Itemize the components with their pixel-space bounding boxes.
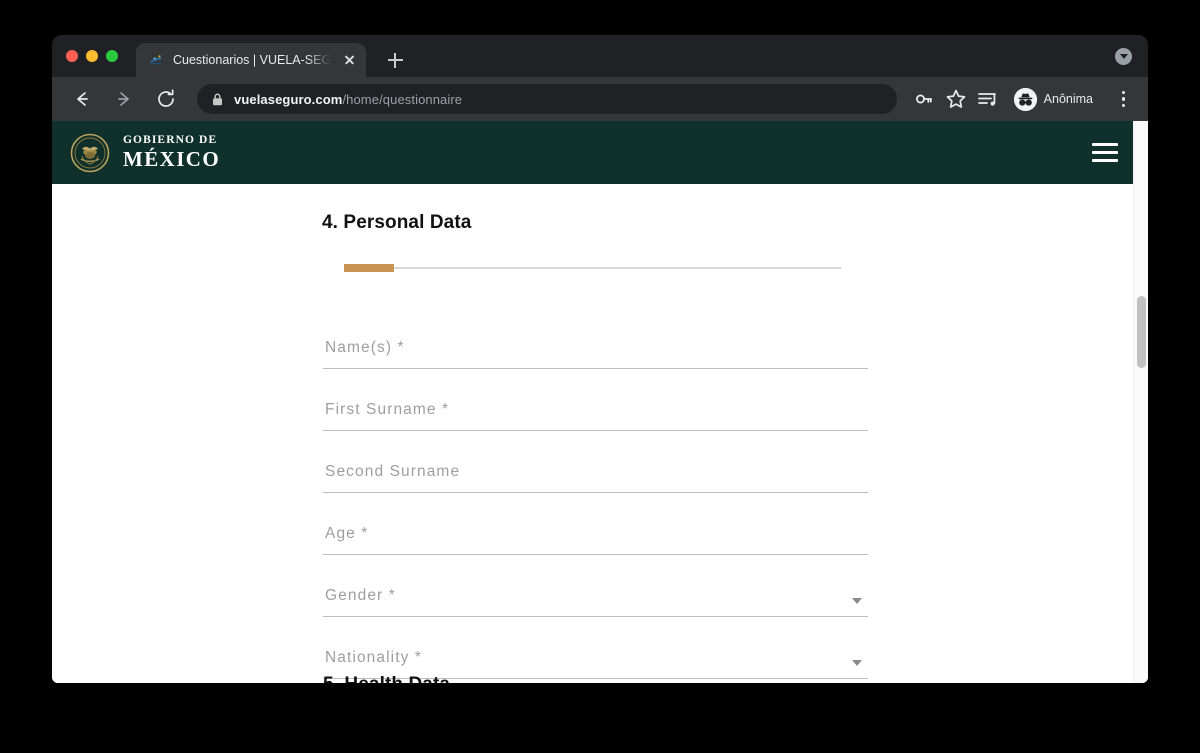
vuela-seguro-favicon <box>148 52 164 68</box>
browser-window: Cuestionarios | VUELA-SEGUR <box>52 35 1148 683</box>
close-window-button[interactable] <box>66 50 78 62</box>
mexico-coat-of-arms-seal <box>70 133 110 173</box>
field-gender[interactable]: Gender * <box>323 555 868 617</box>
site-brand[interactable]: GOBIERNO DE MÉXICO <box>70 133 220 173</box>
maximize-window-button[interactable] <box>106 50 118 62</box>
page-scrollbar-thumb[interactable] <box>1137 296 1146 368</box>
page-scrollbar[interactable] <box>1133 121 1148 683</box>
address-bar[interactable]: vuelaseguro.com/home/questionnaire <box>197 84 897 114</box>
profile-label: Anônima <box>1043 92 1093 106</box>
next-section-title: 5. Health Data <box>323 674 450 683</box>
field-label: Age * <box>325 525 369 542</box>
back-button[interactable] <box>67 84 97 114</box>
address-bar-url: vuelaseguro.com/home/questionnaire <box>234 92 885 107</box>
form-progress <box>322 264 868 272</box>
field-age[interactable]: Age * <box>323 493 868 555</box>
field-first-surname[interactable]: First Surname * <box>323 369 868 431</box>
progress-fill <box>344 264 394 272</box>
field-names[interactable]: Name(s) * <box>323 307 868 369</box>
progress-track <box>344 264 841 272</box>
star-icon[interactable] <box>943 86 969 112</box>
url-path: /home/questionnaire <box>342 91 463 107</box>
new-tab-button[interactable] <box>380 45 410 75</box>
field-label: First Surname * <box>325 401 450 418</box>
incognito-icon <box>1013 87 1037 111</box>
forward-button[interactable] <box>109 84 139 114</box>
hamburger-menu-icon[interactable] <box>1092 143 1118 162</box>
profile-button[interactable]: Anônima <box>1011 85 1104 113</box>
page-content: 4. Personal Data Name(s) * First Surname… <box>52 184 1148 683</box>
lock-icon <box>211 92 224 107</box>
reload-button[interactable] <box>151 84 181 114</box>
browser-toolbar: vuelaseguro.com/home/questionnaire Anôni… <box>52 77 1148 121</box>
brand-line-2: MÉXICO <box>123 146 221 171</box>
field-label: Gender * <box>325 587 396 604</box>
minimize-window-button[interactable] <box>86 50 98 62</box>
form-fields: Name(s) * First Surname * Second Surname… <box>322 307 868 679</box>
media-control-icon[interactable] <box>975 86 1001 112</box>
caret-down-circle-icon[interactable] <box>1115 48 1132 65</box>
url-domain: vuelaseguro.com <box>234 91 343 107</box>
tab-close-icon[interactable] <box>340 51 358 69</box>
site-wordmark: GOBIERNO DE MÉXICO <box>123 134 220 170</box>
window-traffic-lights <box>66 35 118 77</box>
key-icon[interactable] <box>911 86 937 112</box>
questionnaire-form: 4. Personal Data Name(s) * First Surname… <box>322 212 868 679</box>
field-label: Second Surname <box>325 463 461 480</box>
browser-tab[interactable]: Cuestionarios | VUELA-SEGUR <box>136 43 366 77</box>
field-label: Name(s) * <box>325 339 405 356</box>
page-title: 4. Personal Data <box>322 212 472 233</box>
tab-title: Cuestionarios | VUELA-SEGUR <box>173 53 331 67</box>
page-viewport: GOBIERNO DE MÉXICO 4. Personal Data Name… <box>52 121 1148 683</box>
field-label: Nationality * <box>325 649 423 666</box>
field-second-surname[interactable]: Second Surname <box>323 431 868 493</box>
chevron-down-icon[interactable] <box>852 598 862 604</box>
chevron-down-icon[interactable] <box>852 660 862 666</box>
site-header: GOBIERNO DE MÉXICO <box>52 121 1148 184</box>
field-nationality[interactable]: Nationality * <box>323 617 868 679</box>
brand-line-1: GOBIERNO DE <box>123 134 218 147</box>
three-dot-menu-icon[interactable] <box>1112 86 1134 112</box>
tab-strip: Cuestionarios | VUELA-SEGUR <box>52 35 1148 77</box>
